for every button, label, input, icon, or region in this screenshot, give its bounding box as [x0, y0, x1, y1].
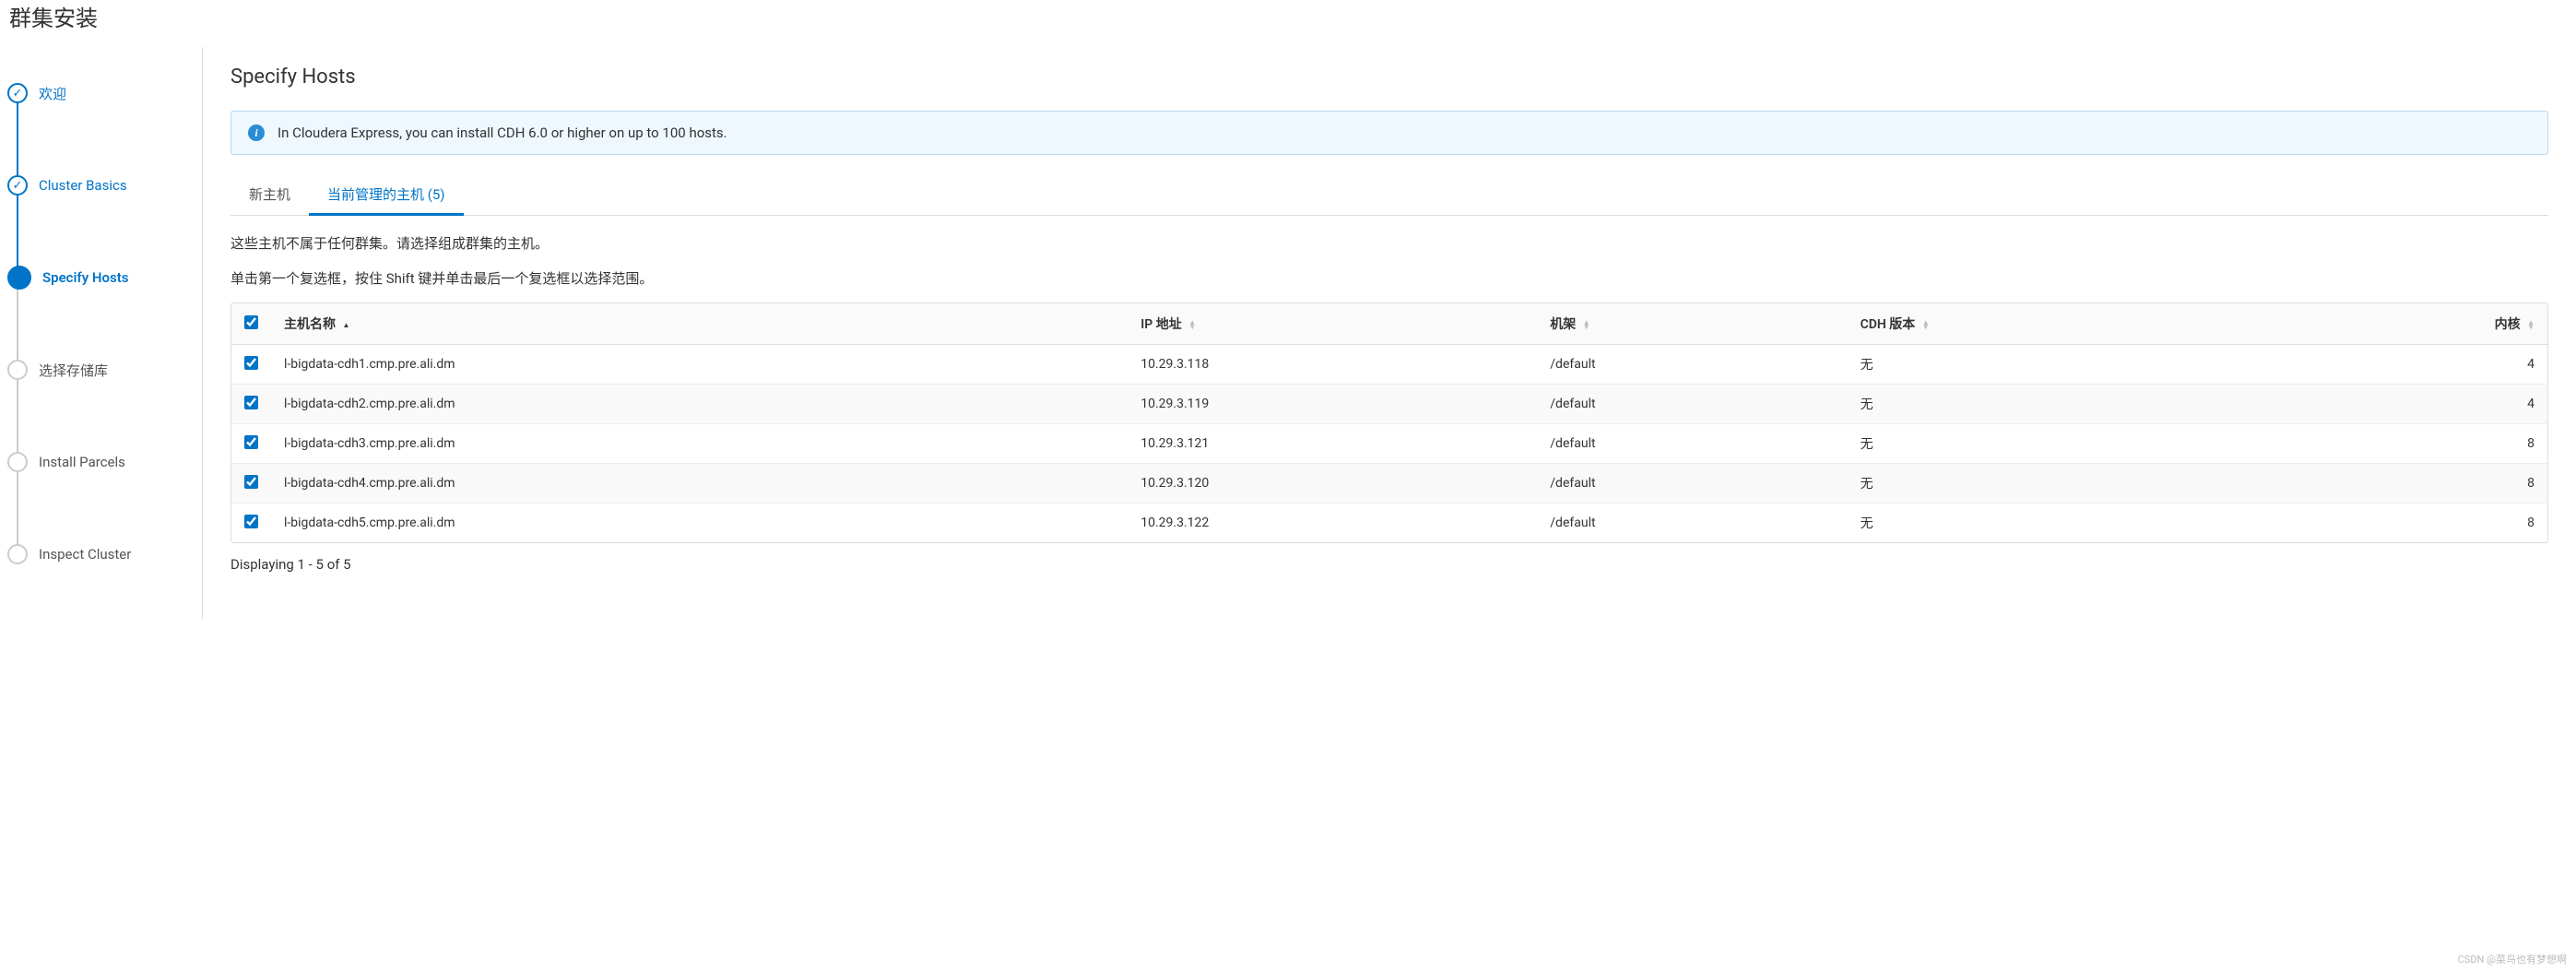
cell-cdh: 无: [1848, 385, 2262, 424]
cell-rack: /default: [1537, 385, 1847, 424]
cell-cdh: 无: [1848, 424, 2262, 464]
column-ip[interactable]: IP 地址 ▲▼: [1128, 303, 1537, 345]
info-banner-text: In Cloudera Express, you can install CDH…: [278, 124, 727, 141]
wizard-step-1[interactable]: ✓ Cluster Basics: [0, 158, 202, 213]
current-step-icon: [7, 266, 31, 290]
wizard-step-2[interactable]: Specify Hosts: [0, 250, 202, 305]
row-checkbox[interactable]: [244, 475, 258, 489]
sort-icon: ▲▼: [2527, 320, 2535, 329]
step-label: Cluster Basics: [39, 177, 127, 194]
step-label: Inspect Cluster: [39, 546, 131, 563]
info-icon: i: [248, 124, 265, 141]
cell-cores: 4: [2261, 385, 2547, 424]
table-row[interactable]: l-bigdata-cdh1.cmp.pre.ali.dm10.29.3.118…: [231, 345, 2547, 385]
table-row[interactable]: l-bigdata-cdh5.cmp.pre.ali.dm10.29.3.122…: [231, 504, 2547, 543]
description-line-2: 单击第一个复选框，按住 Shift 键并单击最后一个复选框以选择范围。: [230, 267, 2548, 290]
watermark: CSDN @菜鸟也有梦想啊: [2458, 952, 2567, 966]
select-all-header[interactable]: [231, 303, 271, 345]
cell-ip: 10.29.3.118: [1128, 345, 1537, 385]
table-row[interactable]: l-bigdata-cdh4.cmp.pre.ali.dm10.29.3.120…: [231, 464, 2547, 504]
table-row[interactable]: l-bigdata-cdh2.cmp.pre.ali.dm10.29.3.119…: [231, 385, 2547, 424]
wizard-step-0[interactable]: ✓ 欢迎: [0, 65, 202, 121]
host-tabs: 新主机当前管理的主机 (5): [230, 173, 2548, 216]
row-checkbox[interactable]: [244, 435, 258, 449]
main-content: Specify Hosts i In Cloudera Express, you…: [203, 47, 2576, 619]
cell-cdh: 无: [1848, 504, 2262, 543]
cell-cdh: 无: [1848, 345, 2262, 385]
step-label: 欢迎: [39, 84, 66, 103]
cell-ip: 10.29.3.122: [1128, 504, 1537, 543]
row-checkbox[interactable]: [244, 356, 258, 370]
cell-rack: /default: [1537, 504, 1847, 543]
sort-icon: ▲▼: [1922, 320, 1930, 329]
column-ip-label: IP 地址: [1140, 317, 1182, 332]
column-cdh-label: CDH 版本: [1861, 317, 1916, 332]
step-label: Specify Hosts: [42, 269, 128, 286]
pending-step-icon: [7, 360, 28, 380]
cell-cores: 4: [2261, 345, 2547, 385]
sort-icon: ▲▼: [1583, 320, 1590, 329]
cell-rack: /default: [1537, 424, 1847, 464]
sort-icon: ▲: [342, 323, 349, 327]
sort-icon: ▲▼: [1188, 320, 1196, 329]
pending-step-icon: [7, 452, 28, 472]
cell-cores: 8: [2261, 464, 2547, 504]
cell-cores: 8: [2261, 424, 2547, 464]
hosts-table: 主机名称 ▲ IP 地址 ▲▼ 机架 ▲▼ CDH 版本: [231, 303, 2547, 542]
cell-hostname: l-bigdata-cdh1.cmp.pre.ali.dm: [271, 345, 1128, 385]
section-title: Specify Hosts: [230, 65, 2548, 89]
cell-cores: 8: [2261, 504, 2547, 543]
tab-0[interactable]: 新主机: [230, 173, 309, 215]
check-icon: ✓: [7, 175, 28, 196]
step-label: 选择存储库: [39, 361, 108, 380]
wizard-step-5[interactable]: Inspect Cluster: [0, 527, 202, 582]
cell-hostname: l-bigdata-cdh5.cmp.pre.ali.dm: [271, 504, 1128, 543]
column-hostname-label: 主机名称: [284, 317, 336, 332]
row-checkbox[interactable]: [244, 515, 258, 528]
column-cdh[interactable]: CDH 版本 ▲▼: [1848, 303, 2262, 345]
column-hostname[interactable]: 主机名称 ▲: [271, 303, 1128, 345]
cell-ip: 10.29.3.121: [1128, 424, 1537, 464]
wizard-sidebar: ✓ 欢迎 ✓ Cluster Basics Specify Hosts 选择存储库 Inst…: [0, 47, 203, 619]
pager-text: Displaying 1 - 5 of 5: [230, 556, 2548, 573]
info-banner: i In Cloudera Express, you can install C…: [230, 111, 2548, 155]
cell-rack: /default: [1537, 464, 1847, 504]
cell-hostname: l-bigdata-cdh3.cmp.pre.ali.dm: [271, 424, 1128, 464]
page-title: 群集安装: [0, 0, 2576, 47]
column-cores-label: 内核: [2495, 317, 2521, 332]
table-row[interactable]: l-bigdata-cdh3.cmp.pre.ali.dm10.29.3.121…: [231, 424, 2547, 464]
column-rack[interactable]: 机架 ▲▼: [1537, 303, 1847, 345]
description-line-1: 这些主机不属于任何群集。请选择组成群集的主机。: [230, 232, 2548, 255]
cell-ip: 10.29.3.119: [1128, 385, 1537, 424]
pending-step-icon: [7, 544, 28, 564]
step-label: Install Parcels: [39, 454, 125, 470]
cell-hostname: l-bigdata-cdh4.cmp.pre.ali.dm: [271, 464, 1128, 504]
column-rack-label: 机架: [1550, 317, 1576, 332]
row-checkbox[interactable]: [244, 396, 258, 409]
check-icon: ✓: [7, 83, 28, 103]
cell-rack: /default: [1537, 345, 1847, 385]
cell-cdh: 无: [1848, 464, 2262, 504]
column-cores[interactable]: 内核 ▲▼: [2261, 303, 2547, 345]
tab-1[interactable]: 当前管理的主机 (5): [309, 173, 464, 215]
select-all-checkbox[interactable]: [244, 315, 258, 329]
wizard-step-4[interactable]: Install Parcels: [0, 434, 202, 490]
cell-hostname: l-bigdata-cdh2.cmp.pre.ali.dm: [271, 385, 1128, 424]
cell-ip: 10.29.3.120: [1128, 464, 1537, 504]
wizard-step-3[interactable]: 选择存储库: [0, 342, 202, 397]
hosts-table-container: 主机名称 ▲ IP 地址 ▲▼ 机架 ▲▼ CDH 版本: [230, 302, 2548, 543]
